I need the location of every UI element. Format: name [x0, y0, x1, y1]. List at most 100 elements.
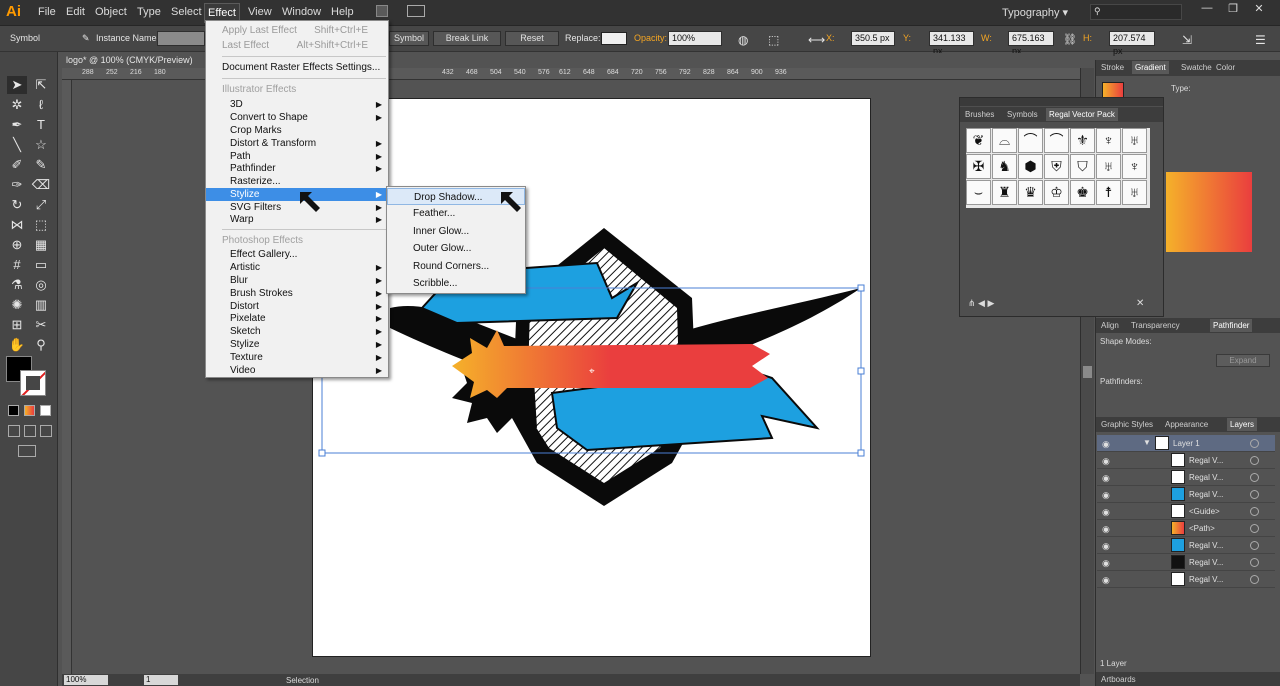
menu-item-pathfinder[interactable]: Pathfinder ▶ — [206, 162, 388, 175]
zoom-field[interactable]: 100% — [64, 675, 108, 685]
symbol-item[interactable]: ♆ — [1096, 128, 1121, 153]
menu-item-document-raster-effects[interactable]: Document Raster Effects Settings... — [206, 61, 388, 74]
menu-type[interactable]: Type — [134, 6, 164, 18]
opacity-label[interactable]: Opacity: — [634, 33, 667, 43]
transform-reference-icon[interactable]: ⬚ — [768, 33, 779, 47]
mesh-tool-icon[interactable]: # — [7, 256, 27, 274]
replace-symbol-picker[interactable] — [601, 32, 627, 45]
menu-item-video[interactable]: Video ▶ — [206, 364, 388, 377]
symbol-sprayer-tool-icon[interactable]: ✺ — [7, 296, 27, 314]
target-icon[interactable] — [1250, 524, 1259, 533]
menu-window[interactable]: Window — [279, 6, 324, 18]
symbol-item[interactable]: ⌒ — [1044, 128, 1069, 153]
reset-button[interactable]: Reset — [505, 31, 559, 46]
pen-tool-icon[interactable]: ✒ — [7, 116, 27, 134]
none-mode-icon[interactable] — [40, 405, 51, 416]
menu-item-3d[interactable]: 3D ▶ — [206, 98, 388, 111]
symbol-item[interactable]: ♆ — [1122, 154, 1147, 179]
visibility-eye-icon[interactable]: ◉ — [1102, 524, 1110, 535]
y-field[interactable]: 341.133 px — [929, 31, 974, 56]
tab-stroke[interactable]: Stroke — [1098, 61, 1127, 74]
stroke-swatch[interactable] — [20, 370, 46, 396]
symbol-item[interactable]: ⌓ — [992, 128, 1017, 153]
menu-item-blur[interactable]: Blur ▶ — [206, 274, 388, 287]
layer-row[interactable]: ◉ Regal V... — [1097, 452, 1275, 469]
expand-button[interactable]: Expand — [1216, 354, 1270, 367]
symbol-item[interactable]: ✠ — [966, 154, 991, 179]
tab-pathfinder[interactable]: Pathfinder — [1210, 319, 1253, 332]
selection-tool-icon[interactable]: ➤ — [7, 76, 27, 94]
layer-row[interactable]: ◉ Regal V... — [1097, 537, 1275, 554]
tab-swatches[interactable]: Swatche — [1178, 61, 1215, 74]
menu-item-inner-glow[interactable]: Inner Glow... — [387, 223, 525, 240]
transform-icon[interactable]: ⇲ — [1182, 33, 1192, 47]
menu-item-sketch[interactable]: Sketch ▶ — [206, 325, 388, 338]
magic-wand-tool-icon[interactable]: ✲ — [7, 96, 27, 114]
line-tool-icon[interactable]: ╲ — [7, 136, 27, 154]
pencil-tool-icon[interactable]: ✎ — [31, 156, 51, 174]
rotate-tool-icon[interactable]: ↻ — [7, 196, 27, 214]
break-link-button[interactable]: Break Link — [433, 31, 501, 46]
menu-item-scribble[interactable]: Scribble... — [387, 275, 525, 292]
layer-row[interactable]: ◉ <Guide> — [1097, 503, 1275, 520]
screen-mode-icon[interactable] — [18, 445, 36, 457]
arrange-documents-icon[interactable] — [407, 5, 425, 17]
menu-item-pixelate[interactable]: Pixelate ▶ — [206, 312, 388, 325]
target-icon[interactable] — [1250, 541, 1259, 550]
shape-builder-tool-icon[interactable]: ⊕ — [7, 236, 27, 254]
tab-appearance[interactable]: Appearance — [1162, 418, 1211, 431]
symbol-item[interactable]: ⌣ — [966, 180, 991, 205]
layer-row[interactable]: ◉ Regal V... — [1097, 486, 1275, 503]
symbol-item[interactable]: ⬢ — [1018, 154, 1043, 179]
blob-brush-tool-icon[interactable]: ✑ — [7, 176, 27, 194]
restore-button[interactable]: ❐ — [1220, 2, 1246, 18]
draw-normal-icon[interactable] — [8, 425, 20, 437]
type-tool-icon[interactable]: T — [31, 116, 51, 134]
control-menu-icon[interactable]: ☰ — [1255, 33, 1266, 47]
visibility-eye-icon[interactable]: ◉ — [1102, 575, 1110, 586]
menu-item-distort-transform[interactable]: Distort & Transform ▶ — [206, 137, 388, 150]
visibility-eye-icon[interactable]: ◉ — [1102, 490, 1110, 501]
lasso-tool-icon[interactable]: ℓ — [31, 96, 51, 114]
width-tool-icon[interactable]: ⋈ — [7, 216, 27, 234]
menu-help[interactable]: Help — [328, 6, 357, 18]
menu-object[interactable]: Object — [92, 6, 130, 18]
menu-item-round-corners[interactable]: Round Corners... — [387, 258, 525, 275]
recolor-icon[interactable]: ◍ — [738, 33, 748, 47]
tab-graphic-styles[interactable]: Graphic Styles — [1098, 418, 1156, 431]
symbol-item[interactable]: ♅ — [1122, 128, 1147, 153]
tab-symbols[interactable]: Symbols — [1004, 108, 1041, 121]
menu-item-artistic[interactable]: Artistic ▶ — [206, 261, 388, 274]
perspective-grid-tool-icon[interactable]: ▦ — [31, 236, 51, 254]
visibility-eye-icon[interactable]: ◉ — [1102, 473, 1110, 484]
menu-item-stylize-photoshop[interactable]: Stylize ▶ — [206, 338, 388, 351]
tab-color[interactable]: Color — [1213, 61, 1238, 74]
symbol-item[interactable]: ❦ — [966, 128, 991, 153]
menu-item-brush-strokes[interactable]: Brush Strokes ▶ — [206, 287, 388, 300]
symbol-item[interactable]: ♅ — [1096, 154, 1121, 179]
direct-selection-tool-icon[interactable]: ⇱ — [31, 76, 51, 94]
symbol-item[interactable]: ♜ — [992, 180, 1017, 205]
layer-row-layer1[interactable]: ◉ ▼ Layer 1 — [1097, 435, 1275, 452]
eraser-tool-icon[interactable]: ⌫ — [31, 176, 51, 194]
break-link-icon[interactable]: ✕ — [1136, 298, 1144, 309]
tab-transparency[interactable]: Transparency — [1128, 319, 1183, 332]
star-tool-icon[interactable]: ☆ — [31, 136, 51, 154]
zoom-tool-icon[interactable]: ⚲ — [31, 336, 51, 354]
symbol-item[interactable]: ⌒ — [1018, 128, 1043, 153]
layer-row[interactable]: ◉ Regal V... — [1097, 469, 1275, 486]
minimize-button[interactable]: — — [1194, 2, 1220, 18]
menu-item-convert-to-shape[interactable]: Convert to Shape ▶ — [206, 111, 388, 124]
symbol-item[interactable]: ☨ — [1096, 180, 1121, 205]
target-icon[interactable] — [1250, 558, 1259, 567]
target-icon[interactable] — [1250, 507, 1259, 516]
artboard-nav-field[interactable]: 1 — [144, 675, 178, 685]
free-transform-tool-icon[interactable]: ⬚ — [31, 216, 51, 234]
tab-regal-vector-pack[interactable]: Regal Vector Pack — [1046, 108, 1118, 121]
workspace-switcher[interactable]: Typography ▾ — [1002, 6, 1068, 19]
tab-align[interactable]: Align — [1098, 319, 1122, 332]
menu-view[interactable]: View — [245, 6, 275, 18]
draw-inside-icon[interactable] — [40, 425, 52, 437]
help-search-input[interactable]: ⚲ — [1090, 4, 1182, 20]
paintbrush-tool-icon[interactable]: ✐ — [7, 156, 27, 174]
